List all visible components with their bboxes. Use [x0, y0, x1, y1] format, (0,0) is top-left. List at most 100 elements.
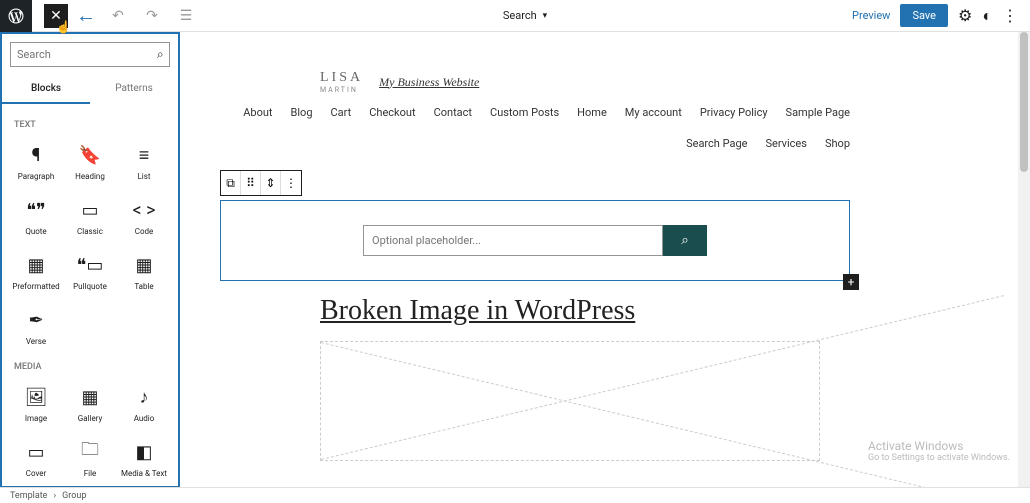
nav-shop[interactable]: Shop	[825, 137, 850, 150]
block-gallery[interactable]: ▦ Gallery	[64, 378, 116, 431]
block-label: Heading	[75, 172, 105, 181]
list-view-button[interactable]: ☰	[174, 4, 198, 28]
block-label: File	[84, 469, 97, 478]
block-paragraph[interactable]: ¶ Paragraph	[10, 136, 62, 189]
inserter-search-input[interactable]	[17, 48, 157, 61]
hint-arrow: ←	[76, 3, 96, 28]
nav-home[interactable]: Home	[577, 106, 607, 119]
block-label: Media & Text	[121, 469, 167, 478]
block-label: Table	[134, 282, 153, 291]
block-audio[interactable]: ♪Audio	[118, 378, 170, 431]
template-selector[interactable]: Search ▾	[198, 9, 852, 22]
block-label: Verse	[26, 337, 46, 346]
undo-button[interactable]: ↶	[106, 4, 130, 28]
cover-icon: ▭	[27, 441, 44, 463]
block-verse[interactable]: ✒ Verse	[10, 301, 62, 354]
pullquote-icon: ❝▭	[77, 254, 104, 276]
quote-icon: ❝❞	[26, 199, 45, 221]
breadcrumb-group[interactable]: Group	[62, 491, 86, 501]
nav-search-page[interactable]: Search Page	[686, 137, 747, 150]
preview-link[interactable]: Preview	[852, 9, 890, 22]
nav-contact[interactable]: Contact	[434, 106, 472, 119]
styles-icon[interactable]: ◐	[982, 6, 992, 26]
block-inserter-panel: ⌕ Blocks Patterns TEXT ¶ Paragraph 🔖 Headin…	[0, 32, 180, 488]
inserter-search[interactable]: ⌕	[10, 42, 170, 67]
block-table[interactable]: ▦ Table	[118, 246, 170, 299]
heading-icon: 🔖	[79, 144, 101, 166]
tab-blocks[interactable]: Blocks	[2, 75, 90, 104]
block-label: Audio	[134, 414, 155, 423]
broken-image-placeholder[interactable]	[320, 341, 820, 461]
paragraph-icon: ¶	[32, 144, 41, 166]
classic-icon: ▭	[81, 199, 98, 221]
block-label: Paragraph	[18, 172, 55, 181]
drag-handle[interactable]: ⠿	[241, 171, 261, 195]
block-pullquote[interactable]: ❝▭ Pullquote	[64, 246, 116, 299]
block-label: Preformatted	[12, 282, 59, 291]
search-block[interactable]: ⌕ +	[220, 200, 850, 281]
breadcrumb[interactable]: Template › Group	[0, 487, 1030, 503]
search-placeholder-input[interactable]	[363, 225, 663, 256]
block-label: Image	[25, 414, 47, 423]
nav-about[interactable]: About	[243, 106, 272, 119]
chevron-right-icon: ›	[53, 491, 56, 501]
block-classic[interactable]: ▭ Classic	[64, 191, 116, 244]
chevron-down-icon: ▾	[543, 11, 548, 21]
settings-icon[interactable]: ⚙	[958, 6, 972, 25]
block-list[interactable]: ≡ List	[118, 136, 170, 189]
search-submit-button[interactable]: ⌕	[663, 225, 707, 256]
nav-cart[interactable]: Cart	[331, 106, 352, 119]
save-button[interactable]: Save	[900, 4, 948, 27]
code-icon: < >	[132, 199, 155, 221]
move-up-down-button[interactable]: ⇕	[261, 171, 281, 195]
nav-custom-posts[interactable]: Custom Posts	[490, 106, 559, 119]
site-title[interactable]: My Business Website	[379, 75, 479, 90]
block-label: Quote	[25, 227, 46, 236]
nav-my-account[interactable]: My account	[625, 106, 682, 119]
windows-watermark: Activate Windows Go to Settings to activ…	[868, 439, 1010, 463]
verse-icon: ✒	[28, 309, 43, 331]
block-label: Gallery	[78, 414, 103, 423]
wordpress-logo[interactable]	[0, 0, 32, 32]
image-icon: 🖼	[25, 386, 48, 408]
category-media: MEDIA	[14, 362, 170, 372]
block-label: Code	[135, 227, 154, 236]
category-text: TEXT	[14, 120, 170, 130]
block-label: List	[138, 172, 151, 181]
nav-privacy-policy[interactable]: Privacy Policy	[700, 106, 768, 119]
block-quote[interactable]: ❝❞ Quote	[10, 191, 62, 244]
list-icon: ≡	[139, 144, 150, 166]
block-preformatted[interactable]: ▦ Preformatted	[10, 246, 62, 299]
tab-patterns[interactable]: Patterns	[90, 75, 178, 104]
post-title[interactable]: Broken Image in WordPress	[220, 295, 850, 327]
block-image[interactable]: 🖼 Image	[10, 378, 62, 431]
block-more-button[interactable]: ⋮	[281, 171, 301, 195]
gallery-icon: ▦	[81, 386, 98, 408]
block-cover[interactable]: ▭ Cover	[10, 433, 62, 486]
block-code[interactable]: < > Code	[118, 191, 170, 244]
block-file[interactable]: 🗀 File	[64, 433, 116, 486]
nav-blog[interactable]: Blog	[291, 106, 313, 119]
more-menu-icon[interactable]: ⋮	[1002, 6, 1018, 25]
site-logo[interactable]: LISA MARTIN	[320, 70, 363, 94]
block-label: Classic	[77, 227, 103, 236]
block-label: Cover	[26, 469, 47, 478]
scrollbar-thumb[interactable]	[1020, 32, 1028, 172]
file-icon: 🗀	[81, 441, 99, 463]
search-icon: ⌕	[681, 233, 688, 248]
block-label: Pullquote	[73, 282, 107, 291]
block-heading[interactable]: 🔖 Heading	[64, 136, 116, 189]
media-text-icon: ◧	[135, 441, 152, 463]
block-media-text[interactable]: ◧ Media & Text	[118, 433, 170, 486]
site-navigation: About Blog Cart Checkout Contact Custom Posts…	[220, 94, 850, 162]
breadcrumb-template[interactable]: Template	[10, 491, 47, 501]
block-type-button[interactable]: ⧉	[221, 171, 241, 195]
nav-services[interactable]: Services	[765, 137, 806, 150]
add-block-button[interactable]: +	[843, 274, 859, 290]
cursor-pointer-icon: ☝	[56, 20, 71, 34]
redo-button[interactable]: ↷	[140, 4, 164, 28]
preformatted-icon: ▦	[27, 254, 44, 276]
nav-sample-page[interactable]: Sample Page	[786, 106, 850, 119]
table-icon: ▦	[135, 254, 152, 276]
nav-checkout[interactable]: Checkout	[369, 106, 415, 119]
